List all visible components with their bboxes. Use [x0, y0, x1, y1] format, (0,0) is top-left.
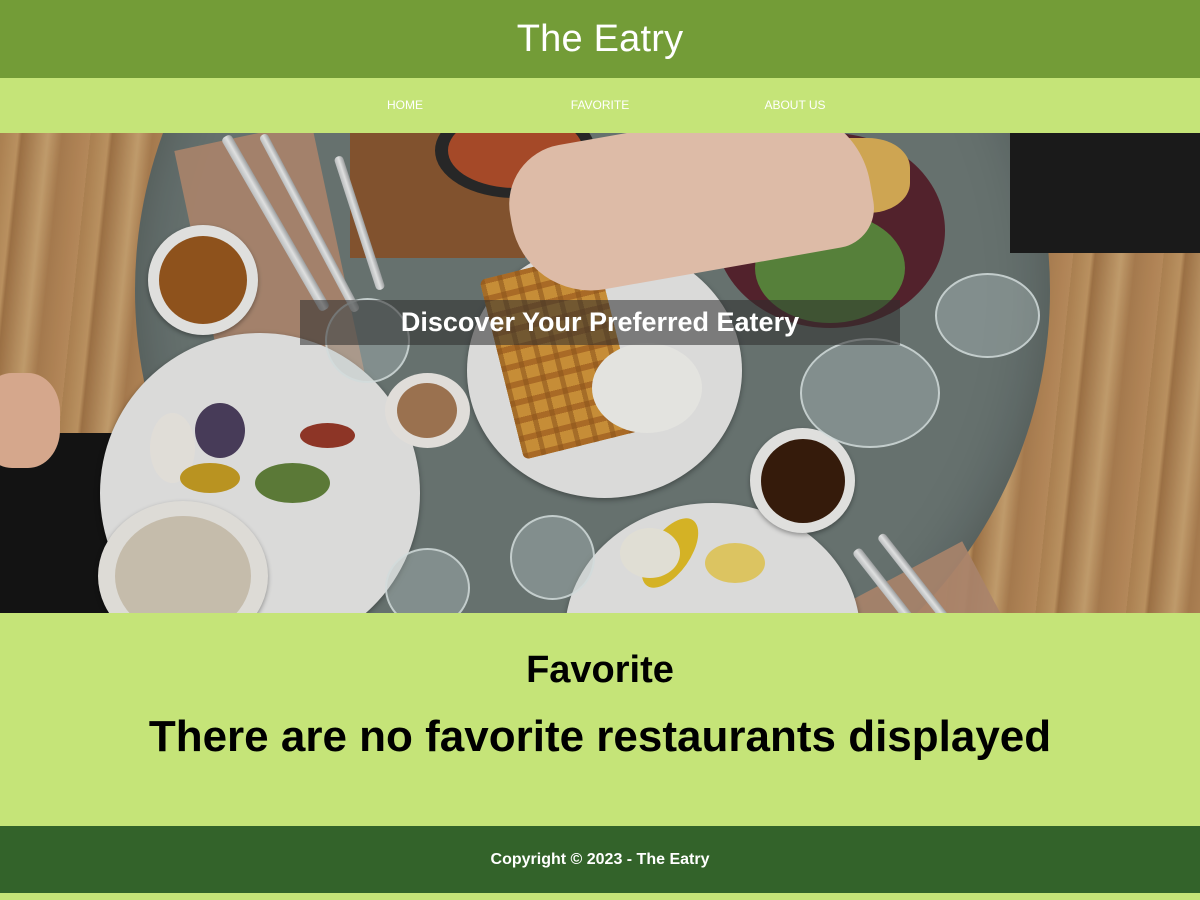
- hero-caption: Discover Your Preferred Eatery: [300, 300, 900, 345]
- nav-link-home[interactable]: HOME: [379, 78, 431, 133]
- hero-image-overlay: [0, 133, 1200, 613]
- nav-link-about-us[interactable]: ABOUT US: [756, 78, 833, 133]
- app-title: The Eatry: [516, 17, 684, 60]
- favorite-section: Favorite There are no favorite restauran…: [0, 613, 1200, 826]
- section-title: Favorite: [526, 649, 674, 691]
- nav-bar: HOME FAVORITE ABOUT US: [0, 78, 1200, 133]
- app-header: The Eatry: [0, 0, 1200, 78]
- empty-state-message: There are no favorite restaurants displa…: [148, 712, 1052, 761]
- hero-caption-text: Discover Your Preferred Eatery: [400, 307, 800, 337]
- nav-link-favorite[interactable]: FAVORITE: [563, 78, 637, 133]
- app-footer: Copyright © 2023 - The Eatry: [0, 826, 1200, 893]
- hero-banner: Discover Your Preferred Eatery: [0, 133, 1200, 613]
- copyright-text: Copyright © 2023 - The Eatry: [490, 850, 710, 868]
- bottom-strip: [0, 893, 1200, 900]
